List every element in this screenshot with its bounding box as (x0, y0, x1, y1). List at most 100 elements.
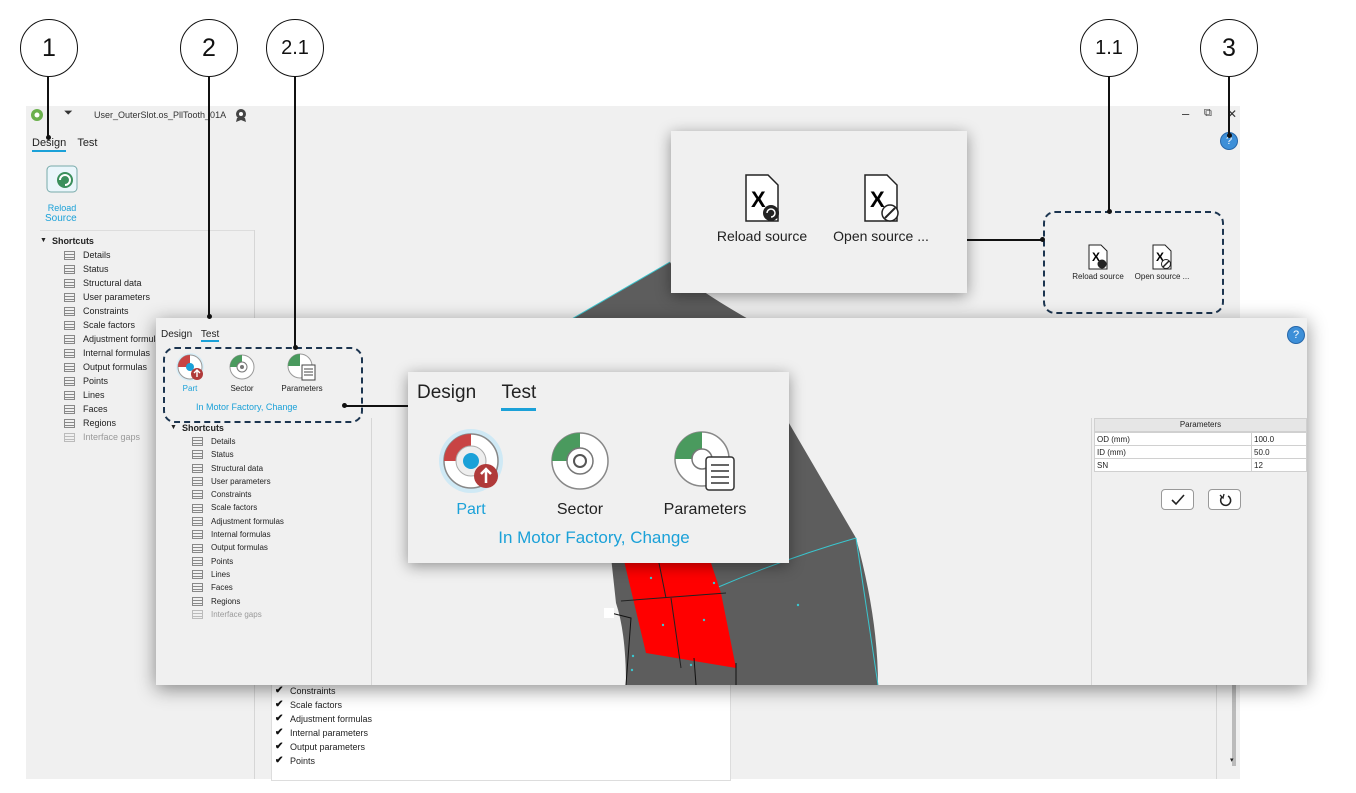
tree-item[interactable]: Scale factors (192, 501, 284, 514)
table-icon (64, 306, 75, 316)
tree-item[interactable]: User parameters (64, 290, 165, 304)
param-value[interactable]: 50.0 (1251, 445, 1307, 459)
table-icon (192, 450, 203, 460)
table-icon (64, 404, 75, 414)
table-icon (192, 437, 203, 447)
check-icon: ✔ (275, 685, 284, 696)
restore-button[interactable]: ⧉ (1204, 107, 1212, 120)
apply-button[interactable] (1161, 489, 1194, 510)
tree-item[interactable]: Structural data (192, 462, 284, 475)
tree-item[interactable]: Faces (192, 581, 284, 594)
tree-item[interactable]: Internal formulas (192, 528, 284, 541)
param-name: OD (mm) (1094, 432, 1252, 446)
param-value[interactable]: 12 (1251, 458, 1307, 472)
shortcuts-header[interactable]: ▼ Shortcuts (40, 234, 165, 248)
zoom-part-button[interactable]: Part (432, 428, 510, 519)
list-item[interactable]: ✔ Constraints (275, 684, 372, 698)
ribbon-tabs: Design Test (161, 329, 220, 342)
param-value[interactable]: 100.0 (1251, 432, 1307, 446)
parameters-table: OD (mm) 100.0 ID (mm) 50.0 SN 12 (1094, 432, 1307, 472)
tab-design[interactable]: Design (161, 329, 192, 340)
tree-item[interactable]: Status (64, 262, 165, 276)
table-icon (64, 362, 75, 372)
tree-item[interactable]: Output formulas (192, 541, 284, 554)
parameters-panel: Parameters OD (mm) 100.0 ID (mm) 50.0 SN 12 (1094, 418, 1307, 472)
tree-item[interactable]: Interface gaps (64, 430, 165, 444)
tree-item[interactable]: Regions (192, 595, 284, 608)
help-button[interactable]: ? (1287, 326, 1305, 344)
tree-item[interactable]: Details (64, 248, 165, 262)
callout-dot (1227, 133, 1232, 138)
quick-access-icon[interactable]: ⏷ (64, 107, 73, 120)
tree-item[interactable]: Details (192, 435, 284, 448)
table-icon (64, 292, 75, 302)
tree-item[interactable]: Adjustment formulas (64, 332, 165, 346)
tree-item[interactable]: Constraints (192, 488, 284, 501)
tree-item[interactable]: User parameters (192, 475, 284, 488)
callout-line (47, 76, 49, 138)
list-item[interactable]: ✔ Output parameters (275, 740, 372, 754)
table-icon (64, 348, 75, 358)
list-item[interactable]: ✔ Internal parameters (275, 726, 372, 740)
callout-2-1: 2.1 (266, 19, 324, 77)
reload-source-button[interactable]: Reload (40, 162, 84, 213)
tree-item[interactable]: Internal formulas (64, 346, 165, 360)
tree-item[interactable]: Lines (192, 568, 284, 581)
tree-item[interactable]: Scale factors (64, 318, 165, 332)
table-icon (192, 583, 203, 593)
splitter[interactable] (371, 418, 372, 685)
tree-item[interactable]: Constraints (64, 304, 165, 318)
table-row: OD (mm) 100.0 (1094, 432, 1307, 446)
shortcuts-header[interactable]: ▼ Shortcuts (170, 421, 284, 435)
open-source-file-icon: X (1152, 244, 1172, 270)
callout-line (294, 76, 296, 347)
connector-line (345, 405, 408, 407)
reload-source-icon (46, 165, 78, 193)
minimize-button[interactable]: – (1182, 106, 1189, 121)
tree-item[interactable]: Points (192, 555, 284, 568)
callout-3: 3 (1200, 19, 1258, 77)
zoom-parameters-button[interactable]: Parameters (650, 428, 760, 519)
tree-item[interactable]: Points (64, 374, 165, 388)
table-icon (192, 556, 203, 566)
tree-item[interactable]: Status (192, 448, 284, 461)
check-icon: ✔ (275, 727, 284, 738)
callout-dot (293, 345, 298, 350)
check-icon: ✔ (275, 755, 284, 766)
tree-item[interactable]: Regions (64, 416, 165, 430)
tree-item[interactable]: Output formulas (64, 360, 165, 374)
list-item[interactable]: ✔ Scale factors (275, 698, 372, 712)
tab-test[interactable]: Test (200, 329, 220, 342)
window-title: User_OuterSlot.os_PllTooth_01A (94, 110, 227, 120)
tree-item[interactable]: Lines (64, 388, 165, 402)
zoom-part-label: Part (456, 501, 486, 518)
small-reload-source-button[interactable]: X Reload source (1068, 244, 1128, 281)
svg-text:X: X (751, 187, 766, 212)
tree-item[interactable]: Adjustment formulas (192, 515, 284, 528)
tab-test[interactable]: Test (77, 137, 97, 149)
tree-item[interactable]: Structural data (64, 276, 165, 290)
check-icon (1170, 493, 1185, 505)
zoom-open-source-button[interactable]: X Open source ... (821, 173, 941, 244)
table-icon (64, 418, 75, 428)
tree-item[interactable]: Interface gaps (192, 608, 284, 621)
tab-design[interactable]: Design (417, 382, 476, 403)
check-icon: ✔ (275, 713, 284, 724)
zoom-sector-button[interactable]: Sector (540, 428, 620, 519)
table-icon (192, 477, 203, 487)
list-item[interactable]: ✔ Points (275, 754, 372, 768)
small-open-source-button[interactable]: X Open source ... (1128, 244, 1196, 281)
reset-button[interactable] (1208, 489, 1241, 510)
tab-test[interactable]: Test (501, 382, 537, 411)
tree-item[interactable]: Faces (64, 402, 165, 416)
splitter[interactable] (1091, 418, 1092, 685)
zoom-reload-label: Reload source (716, 228, 808, 244)
callout-1-1: 1.1 (1080, 19, 1138, 77)
check-icon: ✔ (275, 699, 284, 710)
scroll-down-icon[interactable]: ▾ (1230, 756, 1234, 764)
test-group-highlight (163, 347, 363, 423)
small-reload-label: Reload source (1072, 272, 1124, 281)
table-icon (64, 376, 75, 386)
zoom-reload-source-button[interactable]: X Reload source (707, 173, 817, 244)
list-item[interactable]: ✔ Adjustment formulas (275, 712, 372, 726)
